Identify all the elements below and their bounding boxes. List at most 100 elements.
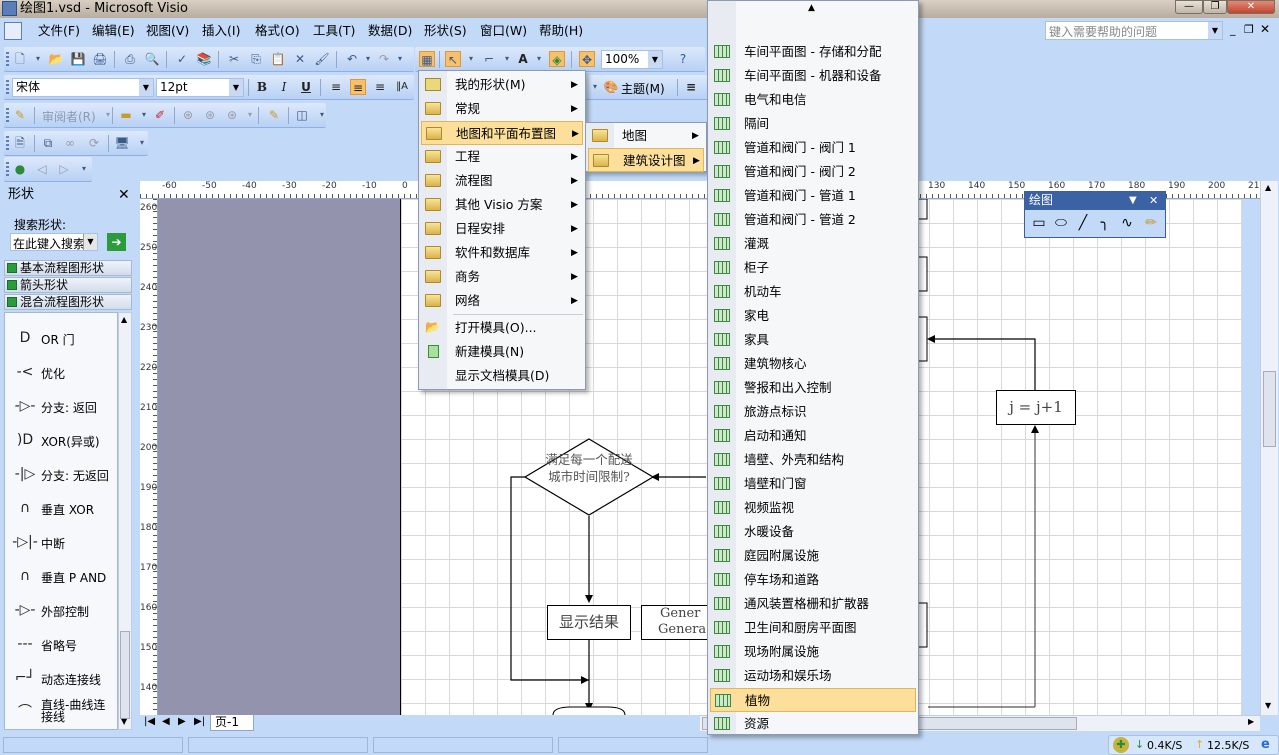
stencil-menu-item[interactable]: 警报和出入控制 [710,376,916,400]
stencil-menu-item[interactable]: 机动车 [710,280,916,304]
stencil-menu-item[interactable]: 车间平面图 - 存储和分配 [710,40,916,64]
previous-page-icon[interactable]: ◀ [162,716,170,727]
toolbar-options-icon-3[interactable]: ▾ [76,161,92,177]
stencil-menu-item[interactable]: 通风装置格栅和扩散器 [710,592,916,616]
pointer-tool-icon[interactable]: ↖ [445,51,461,67]
undo-dropdown-icon[interactable]: ▾ [360,51,376,67]
shape-item[interactable]: -|▷ 分支: 无返回 [5,459,117,489]
stencil-menu-item[interactable]: 管道和阀门 - 管道 2 [710,208,916,232]
shape-item[interactable]: D OR 门 [5,323,117,353]
close-button[interactable]: ✕ [1227,0,1275,14]
underline-button[interactable]: U [298,79,314,95]
shape-item[interactable]: -▷- 外部控制 [5,595,117,625]
back-icon[interactable]: ◁ [34,161,50,177]
network-monitor[interactable]: ✚ ↓ 0.4K/S ↑ 12.5K/S e [1108,735,1279,755]
theme-button[interactable]: 主题(M) [621,80,665,97]
scroll-thumb[interactable] [120,631,130,719]
menu-item-other-visio[interactable]: 其他 Visio 方案 ▶ [421,193,583,217]
ellipse-tool-icon[interactable]: ⬭ [1051,214,1071,232]
minimize-button[interactable]: — [1175,0,1203,14]
stencil-menu-item[interactable]: 墙壁、外壳和结构 [710,448,916,472]
paste-icon[interactable]: 📋 [270,51,286,67]
shape-search-input[interactable]: 在此键入搜索 ▼ [10,233,98,251]
menu-tools[interactable]: 工具(T) [311,23,357,39]
decision-shape-text[interactable]: 满足每一个配送城市时间限制? [541,451,637,485]
shape-item[interactable]: ∩ 垂直 XOR [5,493,117,523]
hyperlink-settings-icon[interactable]: 🗎 [12,135,28,151]
shapes-icon[interactable]: ▦ [419,51,435,67]
menu-item-new-stencil[interactable]: 新建模具(N) [421,340,583,364]
bold-button[interactable]: B [254,79,270,95]
next-page-icon[interactable]: ▶ [178,716,186,727]
comment-dropdown-icon[interactable]: ▾ [136,107,152,123]
delete-markup-icon[interactable]: ⊛ [224,107,240,123]
search-dropdown-icon[interactable]: ▼ [83,234,97,250]
pan-zoom-icon[interactable]: ✥ [579,51,595,67]
redo-icon[interactable]: ↷ [376,51,392,67]
stencil-menu-item[interactable]: 家具 [710,328,916,352]
security-icon[interactable]: ✚ [1113,737,1129,753]
new-dropdown-icon[interactable]: ▾ [30,51,46,67]
stencil-menu-item[interactable]: 植物 [710,688,916,712]
vertical-scroll-thumb[interactable] [1263,371,1276,447]
align-right-icon[interactable]: ≡ [372,79,388,95]
generate-process-box[interactable]: Gener Genera [641,605,707,640]
freeform-tool-icon[interactable]: ∿ [1117,214,1137,232]
permission-icon[interactable]: 🖨 [92,51,108,67]
stencil-menu-item[interactable]: 视频监视 [710,496,916,520]
cut-icon[interactable]: ✂ [226,51,242,67]
help-dropdown-icon[interactable]: ▼ [1208,22,1222,39]
layers-icon[interactable]: ⧉ [40,135,56,151]
zoom-dropdown-icon[interactable]: ▼ [648,51,662,68]
redo-dropdown-icon[interactable]: ▾ [392,51,408,67]
menu-item-show-document-stencil[interactable]: 显示文档模具(D) [421,364,583,388]
font-size-select[interactable]: 12pt ▼ [156,78,244,97]
web-globe-icon[interactable]: ● [12,161,28,177]
page-tab-1[interactable]: 页-1 [210,715,254,731]
zoom-select[interactable]: 100% ▼ [601,50,663,69]
italic-button[interactable]: I [276,79,292,95]
toolbar-grip[interactable] [6,52,9,67]
menu-item-my-shapes[interactable]: 我的形状(M) ▶ [421,73,583,97]
font-size-dropdown-icon[interactable]: ▼ [229,79,243,96]
open-icon[interactable]: 📂 [48,51,64,67]
help-icon[interactable]: ? [675,51,691,67]
align-left-icon[interactable]: ≡ [328,79,344,95]
shape-item[interactable]: -▷- 分支: 返回 [5,391,117,421]
print-icon[interactable]: ⎙ [122,51,138,67]
menu-item-general[interactable]: 常规 ▶ [421,97,583,121]
first-page-icon[interactable]: |◀ [144,716,155,727]
save-icon[interactable]: 💾 [70,51,86,67]
scroll-right-icon[interactable]: ▶ [1248,717,1254,726]
shape-item[interactable]: ⌐┘ 动态连接线 [5,663,117,693]
search-go-button[interactable]: ➔ [107,233,126,251]
connector-tool-icon[interactable]: ⌐ [481,51,497,67]
track-markup-icon[interactable]: ✎ [12,107,28,123]
stencil-menu-item[interactable]: 管道和阀门 - 管道 1 [710,184,916,208]
shape-item[interactable]: ⌒ 直线-曲线连接线 [5,697,117,727]
stencil-menu-item[interactable]: 卫生间和厨房平面图 [710,616,916,640]
shape-item[interactable]: -▷|- 中断 [5,527,117,557]
menu-item-maps[interactable]: 地图 ▶ [588,124,704,148]
toolbar-options-icon-4[interactable]: ▼ [1129,192,1137,209]
stencil-menu-item[interactable]: 电气和电信 [710,88,916,112]
stencil-menu-item[interactable]: 家电 [710,304,916,328]
toolbar-options-icon[interactable]: ▾ [314,107,330,123]
refresh-icon[interactable]: ⟳ [86,135,102,151]
shape-item[interactable]: )D XOR(异或) [5,425,117,455]
theme-icon[interactable]: 🎨 [603,79,619,95]
menu-insert[interactable]: 插入(I) [200,23,242,39]
line-weight-icon[interactable]: ≡ [683,79,699,95]
menu-item-schedule[interactable]: 日程安排 ▶ [421,217,583,241]
reviewer-button[interactable]: 审阅者(R) [42,108,96,125]
shape-item[interactable]: -< 优化 [5,357,117,387]
format-painter-icon[interactable]: 🖌 [314,51,330,67]
previous-markup-icon[interactable]: ⊛ [180,107,196,123]
delete-markup-dropdown-icon[interactable]: ▾ [242,107,258,123]
last-page-icon[interactable]: ▶| [194,716,205,727]
stencil-menu-item[interactable]: 旅游点标识 [710,400,916,424]
menu-item-building-plan[interactable]: 建筑设计图 ▶ [588,148,704,172]
text-dropdown-icon[interactable]: ▾ [531,51,547,67]
stencil-menu-item[interactable]: 车间平面图 - 机器和设备 [710,64,916,88]
forward-icon[interactable]: ▷ [56,161,72,177]
